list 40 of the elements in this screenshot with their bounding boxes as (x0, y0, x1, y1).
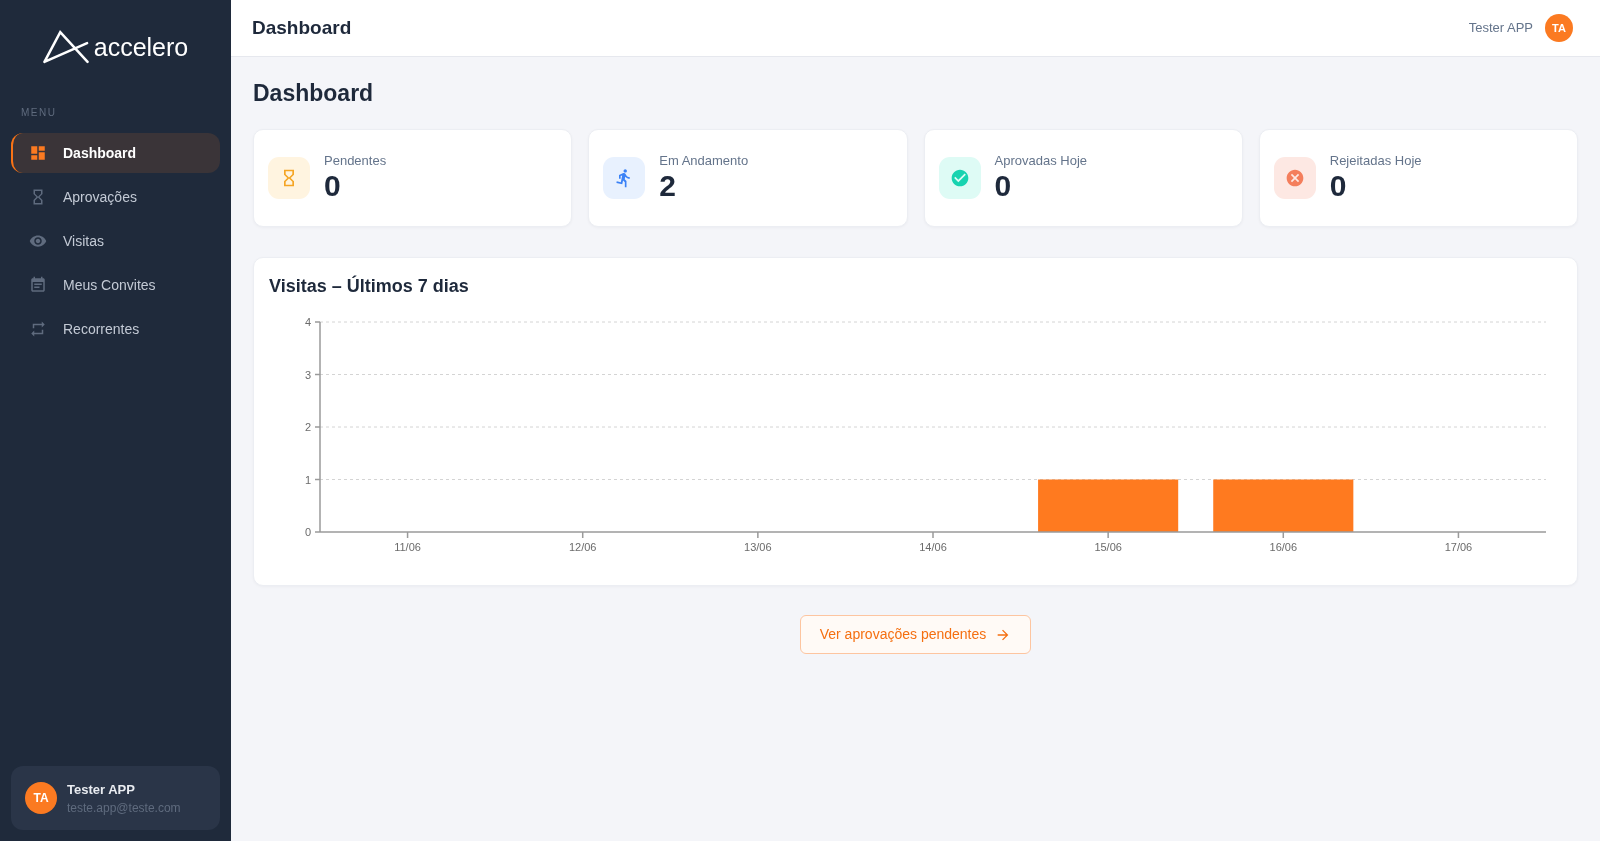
stat-label: Em Andamento (659, 153, 749, 169)
axis-tick-label: 1 (304, 473, 311, 486)
calendar-icon (29, 276, 47, 294)
axis-tick-label: 13/06 (744, 541, 772, 553)
page-title: Dashboard (253, 79, 375, 107)
stat-value: 0 (994, 169, 1013, 203)
logo-icon (42, 30, 89, 64)
axis-tick-label: 17/06 (1444, 541, 1473, 553)
header-title: Dashboard (252, 16, 352, 40)
chart-title: Visitas – Últimos 7 dias (269, 274, 470, 298)
axis-tick-label: 4 (304, 316, 311, 328)
layout-grid-icon (29, 144, 47, 162)
sidebar-item[interactable]: Recorrentes (11, 309, 220, 349)
repeat-arrows-icon (29, 320, 47, 338)
sidebar-item[interactable]: Aprovações (11, 177, 220, 217)
running-person-icon (603, 157, 646, 199)
stat-value: 0 (1329, 169, 1348, 203)
hourglass-icon (268, 157, 310, 199)
stat-label: Rejeitadas Hoje (1329, 153, 1422, 169)
user-name: Tester APP (67, 780, 136, 798)
stat-label: Pendentes (324, 153, 387, 169)
eye-icon (29, 232, 47, 250)
axis-tick-label: 3 (304, 368, 311, 381)
axis-tick-label: 12/06 (568, 541, 597, 553)
stat-label: Aprovadas Hoje (994, 153, 1087, 169)
axis-tick-label: 11/06 (394, 541, 421, 553)
stat-value: 0 (324, 169, 342, 203)
user-name: Tester APP (1468, 19, 1533, 38)
menu-section-label: MENU (20, 107, 57, 119)
axis-tick-label: 14/06 (919, 541, 947, 553)
sidebar-item[interactable]: Meus Convites (11, 265, 220, 305)
stat-value: 2 (659, 169, 677, 203)
axis-tick-label: 15/06 (1094, 541, 1122, 553)
axis-tick-label: 0 (304, 526, 311, 538)
logo-text: accelero (93, 32, 189, 62)
axis-tick-label: 2 (304, 421, 311, 433)
avatar: TA (25, 782, 57, 814)
sidebar-item[interactable]: Visitas (11, 221, 220, 261)
axis-tick-label: 16/06 (1269, 541, 1298, 553)
sidebar-item[interactable]: Dashboard (11, 133, 220, 173)
